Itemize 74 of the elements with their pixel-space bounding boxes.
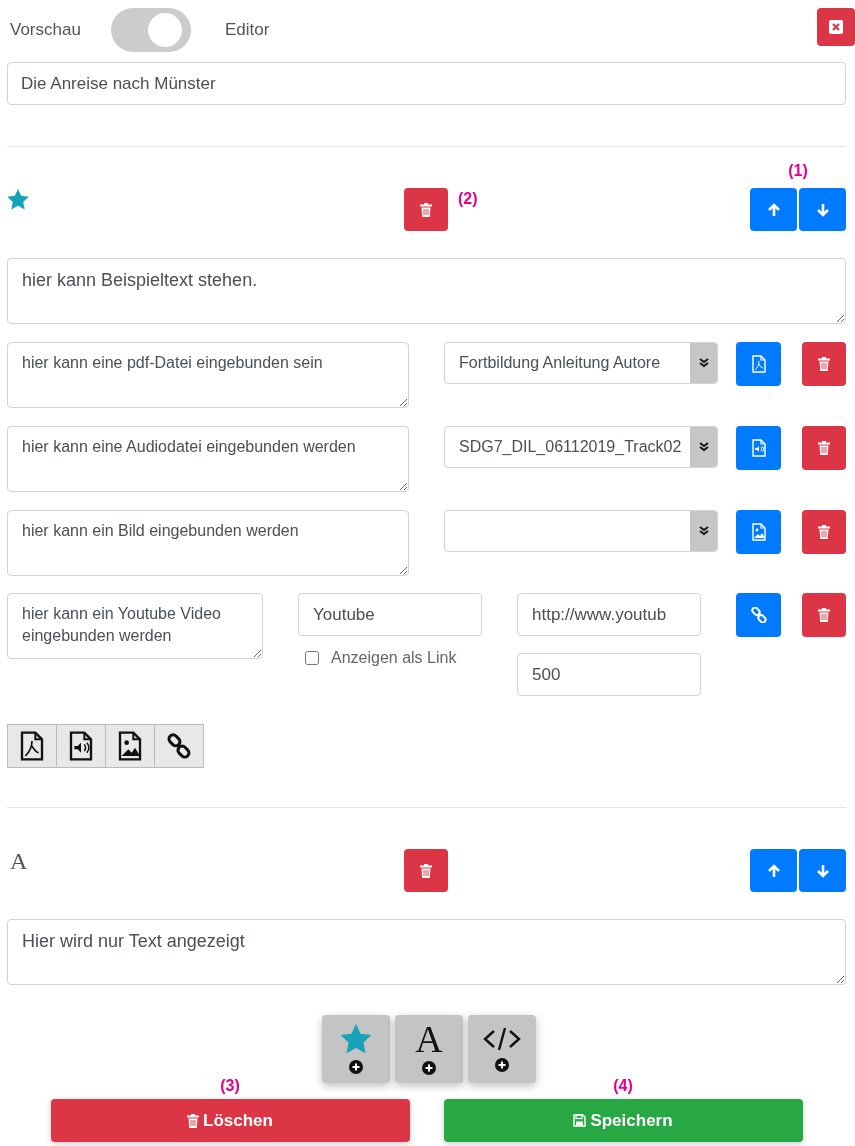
close-button[interactable] — [817, 8, 855, 46]
audio-file-icon — [751, 439, 766, 457]
preview-label: Vorschau — [10, 20, 81, 40]
code-icon — [483, 1026, 521, 1052]
mode-toggle[interactable] — [110, 8, 191, 52]
caption-field[interactable]: hier kann eine Audiodatei eingebunden werden — [7, 426, 409, 492]
pdf-file-icon — [20, 731, 44, 761]
annotation-label: (2) — [458, 190, 478, 208]
trash-icon — [818, 357, 830, 371]
text-area[interactable]: Hier wird nur Text angezeigt — [7, 919, 846, 985]
arrow-up-icon — [766, 202, 781, 217]
audio-file-icon — [69, 731, 93, 761]
file-button[interactable] — [736, 510, 781, 554]
chevron-icon — [698, 526, 709, 536]
plus-icon — [422, 1061, 436, 1075]
show-as-link-label: Anzeigen als Link — [331, 649, 457, 667]
link-icon — [750, 607, 767, 623]
arrow-down-icon — [815, 863, 830, 878]
move-down-button[interactable] — [799, 849, 846, 892]
add-block-button[interactable]: A — [395, 1015, 463, 1083]
annotation-label: (4) — [613, 1077, 633, 1095]
move-up-button[interactable] — [750, 849, 797, 892]
link-icon — [167, 731, 191, 761]
move-up-button[interactable] — [750, 188, 797, 231]
delete-button[interactable] — [802, 426, 846, 470]
caption-field[interactable]: hier kann eine pdf-Datei eingebunden sein — [7, 342, 409, 408]
delete-button[interactable] — [802, 510, 846, 554]
add-block-button[interactable] — [322, 1015, 390, 1083]
arrow-down-icon — [815, 202, 830, 217]
add-media-button[interactable] — [105, 724, 155, 768]
url-field[interactable]: http://www.youtub — [517, 593, 701, 636]
video-title-field[interactable]: Youtube — [298, 593, 482, 636]
title-field[interactable]: Die Anreise nach Münster — [7, 62, 846, 105]
link-button[interactable] — [736, 593, 781, 637]
trash-icon — [420, 863, 432, 878]
trash-icon — [818, 441, 830, 455]
editor-label: Editor — [224, 20, 270, 40]
delete-button[interactable] — [404, 188, 448, 231]
add-media-button[interactable] — [7, 724, 57, 768]
arrow-up-icon — [766, 863, 781, 878]
chevron-icon — [698, 358, 709, 368]
text-area[interactable]: hier kann Beispieltext stehen. — [7, 258, 846, 324]
chevron-icon — [698, 442, 709, 452]
close-icon — [829, 20, 843, 34]
star-icon — [340, 1024, 372, 1054]
add-block-button[interactable] — [468, 1015, 536, 1083]
file-button[interactable] — [736, 342, 781, 386]
move-down-button[interactable] — [799, 188, 846, 231]
file-select[interactable]: SDG7_DIL_06112019_Track02 — [444, 426, 718, 468]
trash-icon — [420, 202, 432, 217]
show-as-link-checkbox[interactable] — [305, 651, 319, 665]
caption-field[interactable]: hier kann ein Bild eingebunden werden — [7, 510, 409, 576]
pdf-file-icon — [751, 355, 766, 373]
trash-icon — [187, 1113, 200, 1128]
plus-icon — [495, 1058, 509, 1072]
caption-field[interactable]: hier kann ein Youtube Video eingebunden werden — [7, 593, 263, 659]
image-file-icon — [118, 731, 142, 761]
add-media-button[interactable] — [154, 724, 204, 768]
file-select[interactable]: Fortbildung Anleitung Autore — [444, 342, 718, 384]
file-button[interactable] — [736, 426, 781, 470]
annotation-label: (1) — [788, 162, 808, 180]
delete-button[interactable] — [404, 849, 448, 892]
annotation-label: (3) — [220, 1077, 240, 1095]
text-block-glyph: A — [10, 848, 28, 874]
delete-button[interactable] — [802, 342, 846, 386]
image-file-icon — [751, 523, 766, 541]
add-media-button[interactable] — [56, 724, 106, 768]
plus-icon — [349, 1060, 363, 1074]
size-field[interactable]: 500 — [517, 653, 701, 696]
trash-icon — [818, 525, 830, 539]
star-icon — [7, 189, 29, 210]
delete-button[interactable] — [802, 593, 846, 637]
trash-icon — [818, 608, 830, 622]
delete-button[interactable]: Löschen — [50, 1099, 410, 1142]
